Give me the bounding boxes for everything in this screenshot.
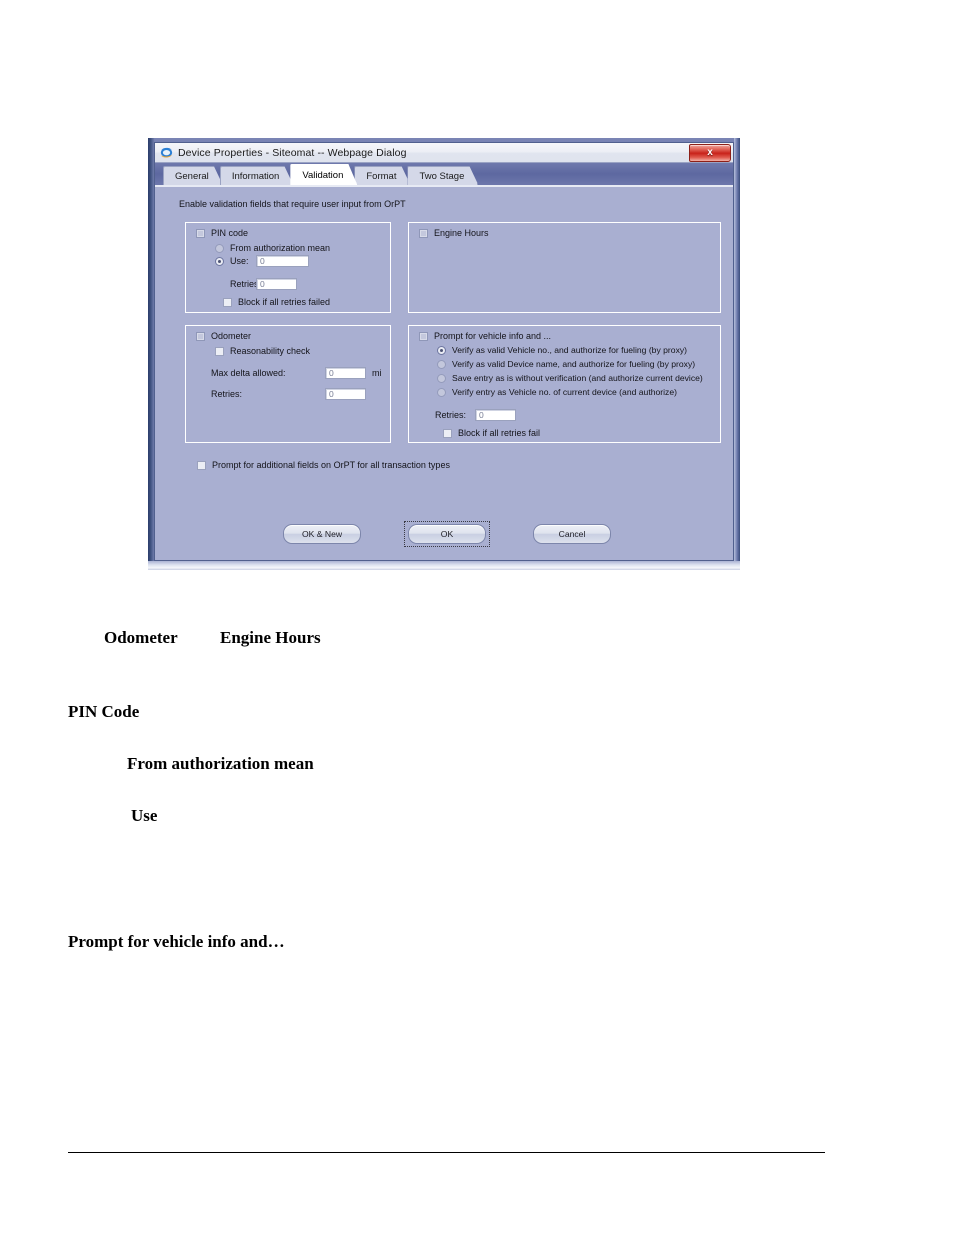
prompt-retries-input[interactable]: 0 — [475, 409, 516, 421]
additional-fields-label: Prompt for additional fields on OrPT for… — [212, 460, 450, 470]
checkbox-icon — [443, 429, 452, 438]
prompt-retries-label: Retries: — [435, 410, 467, 420]
prompt-retries-label-row: Retries: — [435, 411, 466, 420]
close-button[interactable]: x — [689, 144, 731, 162]
page-footer-rule — [68, 1152, 825, 1153]
odometer-retries-label: Retries: — [211, 389, 243, 399]
dialog-screenshot: Device Properties - Siteomat -- Webpage … — [148, 138, 740, 570]
radio-icon — [437, 374, 446, 383]
prompt-radio-current-device[interactable]: Verify entry as Vehicle no. of current d… — [437, 388, 677, 397]
dialog-window: Device Properties - Siteomat -- Webpage … — [154, 142, 734, 561]
odometer-max-delta-unit-row: mi — [372, 369, 382, 378]
validation-tab-panel: Enable validation fields that require us… — [155, 185, 733, 560]
checkbox-icon — [419, 229, 428, 238]
pin-radio-use[interactable]: Use: — [215, 257, 249, 266]
radio-icon — [437, 346, 446, 355]
button-bar: OK & New OK Cancel — [155, 521, 733, 547]
prompt-vehicle-label: Prompt for vehicle info and ... — [434, 331, 552, 341]
checkbox-icon — [215, 347, 224, 356]
checkbox-icon — [196, 332, 205, 341]
pin-code-checkbox[interactable]: PIN code — [196, 229, 248, 238]
tab-validation[interactable]: Validation — [290, 164, 357, 185]
intro-text: Enable validation fields that require us… — [179, 199, 406, 209]
prompt-radio-device-name-label: Verify as valid Device name, and authori… — [452, 359, 696, 370]
checkbox-icon — [419, 332, 428, 341]
engine-hours-label: Engine Hours — [434, 228, 489, 238]
prompt-radio-device-name[interactable]: Verify as valid Device name, and authori… — [437, 360, 695, 369]
prompt-block-label: Block if all retries fail — [458, 428, 541, 438]
title-bar: Device Properties - Siteomat -- Webpage … — [155, 143, 733, 163]
odometer-reasonability-label: Reasonability check — [230, 346, 311, 356]
radio-icon — [215, 257, 224, 266]
odometer-label: Odometer — [211, 331, 252, 341]
odometer-max-delta-input[interactable]: 0 — [325, 367, 366, 379]
close-icon: x — [707, 147, 713, 158]
odometer-max-delta-label: Max delta allowed: — [211, 368, 286, 378]
pin-radio-from-auth[interactable]: From authorization mean — [215, 244, 330, 253]
doc-term-from-auth: From authorization mean — [127, 754, 314, 773]
doc-term-use: Use — [131, 806, 158, 825]
tab-strip: General Information Validation Format Tw… — [155, 163, 733, 185]
pin-retries-input[interactable]: 0 — [256, 278, 297, 290]
odometer-max-delta-label-row: Max delta allowed: — [211, 369, 286, 378]
prompt-radio-vehicle-no-label: Verify as valid Vehicle no., and authori… — [452, 345, 688, 356]
pin-code-label: PIN code — [211, 228, 249, 238]
radio-icon — [215, 244, 224, 253]
odometer-reasonability-checkbox[interactable]: Reasonability check — [215, 347, 310, 356]
checkbox-icon — [196, 229, 205, 238]
odometer-retries-input[interactable]: 0 — [325, 388, 366, 400]
doc-term-prompt-vehicle: Prompt for vehicle info and… — [68, 932, 285, 951]
engine-hours-checkbox[interactable]: Engine Hours — [419, 229, 489, 238]
ok-button[interactable]: OK — [408, 524, 486, 544]
prompt-block-checkbox[interactable]: Block if all retries fail — [443, 429, 540, 438]
prompt-radio-vehicle-no[interactable]: Verify as valid Vehicle no., and authori… — [437, 346, 687, 355]
odometer-max-delta-unit: mi — [372, 368, 382, 378]
tab-two-stage-label: Two Stage — [419, 170, 465, 182]
prompt-radio-current-device-label: Verify entry as Vehicle no. of current d… — [452, 387, 677, 398]
tab-format-label: Format — [366, 170, 397, 182]
tab-format[interactable]: Format — [354, 166, 410, 185]
pin-radio-from-auth-label: From authorization mean — [230, 243, 331, 253]
pin-use-input[interactable]: 0 — [256, 255, 309, 267]
doc-term-pin-code: PIN Code — [68, 702, 140, 721]
internet-explorer-icon — [160, 146, 173, 159]
tab-information[interactable]: Information — [220, 166, 294, 185]
checkbox-icon — [197, 461, 206, 470]
odometer-checkbox[interactable]: Odometer — [196, 332, 251, 341]
window-frame-right-edge — [734, 138, 740, 570]
doc-term-engine-hours: Engine Hours — [220, 628, 321, 647]
radio-icon — [437, 360, 446, 369]
pin-radio-use-label: Use: — [230, 256, 249, 266]
radio-icon — [437, 388, 446, 397]
odometer-retries-label-row: Retries: — [211, 390, 242, 399]
prompt-radio-save-as-is[interactable]: Save entry as is without verification (a… — [437, 374, 703, 383]
pin-block-checkbox[interactable]: Block if all retries failed — [223, 298, 330, 307]
prompt-vehicle-info-group — [408, 325, 721, 443]
tab-information-label: Information — [231, 170, 280, 182]
checkbox-icon — [223, 298, 232, 307]
prompt-radio-save-as-is-label: Save entry as is without verification (a… — [452, 373, 703, 384]
prompt-vehicle-checkbox[interactable]: Prompt for vehicle info and ... — [419, 332, 551, 341]
tab-general-label: General — [175, 170, 209, 182]
pin-block-label: Block if all retries failed — [238, 297, 331, 307]
doc-term-odometer: Odometer — [104, 628, 178, 647]
tab-general[interactable]: General — [163, 166, 223, 185]
tab-two-stage[interactable]: Two Stage — [407, 166, 478, 185]
cancel-button[interactable]: Cancel — [533, 524, 611, 544]
window-frame-bottom-edge — [148, 561, 740, 570]
additional-fields-checkbox[interactable]: Prompt for additional fields on OrPT for… — [197, 461, 450, 470]
tab-validation-label: Validation — [302, 169, 344, 181]
window-title: Device Properties - Siteomat -- Webpage … — [178, 146, 407, 159]
ok-and-new-button[interactable]: OK & New — [283, 524, 361, 544]
odometer-group — [185, 325, 391, 443]
